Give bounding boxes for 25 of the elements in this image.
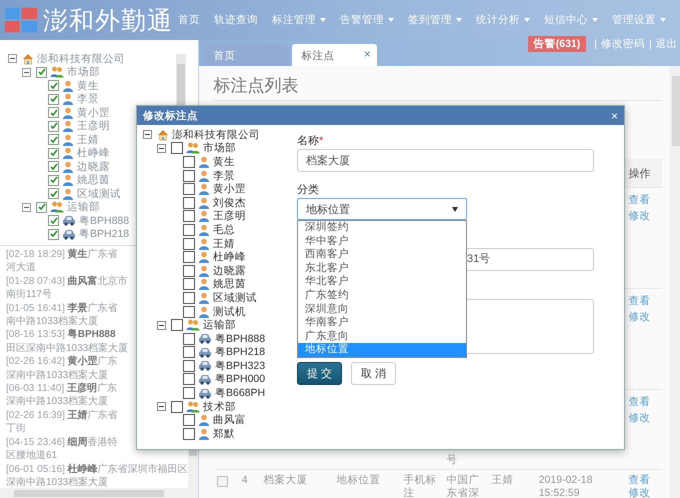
table-cell: 4	[242, 474, 248, 486]
table-cell: 号	[446, 454, 458, 467]
log-entry: [06-01 05:16] 杜峥峰广东省深圳市福田区 深南中路1033档案大厦	[6, 462, 188, 488]
field-label: 名称*	[297, 134, 324, 149]
table-cell-text: 中国广东省深	[446, 474, 481, 498]
log-entry: [02-26 16:39] 王婧广东省 丁街	[6, 408, 118, 436]
page-title: 标注点列表	[214, 74, 662, 101]
log-entry: [01-28 07:43] 曲风富北京市 南街117号	[6, 274, 128, 302]
log-entry: [04-15 23:46] 细周香港特 区腰地道61	[6, 436, 118, 462]
table-cell: 手机标注	[404, 474, 437, 498]
table-cell: 地标位置	[336, 474, 381, 486]
table-cell: 王婧	[492, 474, 514, 486]
link-separator: |	[648, 38, 652, 50]
log-entry: [02-18 18:29] 黄生广东省 河大道	[6, 248, 118, 275]
field-label: 分类	[297, 183, 320, 198]
column-header: 操作	[628, 167, 652, 182]
log-entry: [08-16 13:53] 粤BPH888 田区深南中路1033档案大厦	[6, 328, 128, 356]
log-entry: [01-05 16:41] 李景广东省 南中路1033档案大厦	[6, 302, 118, 328]
table-cell: 档案大厦	[264, 474, 308, 486]
log-entry: [02-26 16:42] 黄小罡广东 深南中路1033档案大厦	[6, 355, 118, 382]
log-entry: [06-03 11:40] 王彦明广东 深南中路1033档案大厦	[6, 382, 117, 409]
table-cell: 2019-02-18 15:52:59	[538, 474, 592, 498]
link-separator: |	[594, 38, 597, 50]
app-logo: 澎和外勤通	[42, 6, 174, 36]
dialog-title: 修改标注点	[143, 108, 198, 122]
